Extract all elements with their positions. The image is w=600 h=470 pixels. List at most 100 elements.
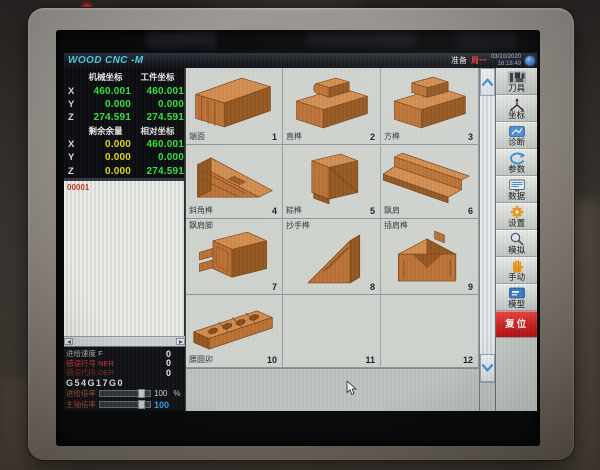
program-grid-area: 端面 1 [185,68,479,411]
wood-block-illustration [383,228,475,290]
cell-number: 2 [370,132,375,142]
monitor-bezel: WOOD CNC -M 准备 周一 03/10/2020 16:18:49 [28,8,574,460]
tool-photo-icon [507,71,527,84]
hand-icon [507,259,527,273]
cell-label: 端面 [189,131,205,142]
program-cell-9-inserted-shoulder-tenon[interactable]: 插肩榫 9 [381,219,479,295]
diagnosis-screen-icon [507,125,527,138]
program-cell-11-empty[interactable]: 11 [283,295,381,368]
error-line-value: 0 [166,358,171,368]
mouse-cursor [346,381,357,396]
error-code-label: 错误代码 OER [66,367,114,378]
spindle-override-value: 100 [154,400,169,410]
wood-block-illustration [383,148,475,210]
main-area: 机械坐标 工件坐标 X 460.001 460.001 Y 0.000 0.00… [64,68,537,411]
status-panel: 进给速度 F 0 错误行号 NER 0 错误代码 OER 0 [64,347,185,411]
grid-footer-strip [186,368,479,411]
program-cell-5-zong-tenon[interactable]: 粽榫 5 [283,145,381,219]
sidebar-item-reset[interactable]: 复位 [496,311,537,338]
program-cell-8-crossed-hands-tenon[interactable]: 抄手榫 8 [283,219,381,295]
cell-number: 12 [463,355,473,365]
axis-label: Y [67,152,80,163]
right-arrow-icon [179,340,183,344]
work-x-value: 460.001 [131,86,184,97]
scrollbar-track[interactable] [480,96,495,354]
wood-block-illustration [285,228,377,290]
sidebar-item-manual[interactable]: 手动 [496,257,537,284]
feed-override-slider[interactable] [99,390,151,397]
scroll-right-button[interactable] [176,338,185,345]
slider-thumb[interactable] [138,400,145,409]
cell-label: 飘肩 [384,205,400,216]
horizontal-scrollbar[interactable] [64,336,185,347]
program-cell-10-waist-oval-mortise[interactable]: 腰圆卯 10 [186,295,283,368]
sidebar-item-diagnosis[interactable]: 诊断 [496,122,537,149]
program-cell-6-floating-shoulder[interactable]: 飘肩 6 [381,145,479,219]
program-cell-3-square-tenon[interactable]: 方榫 3 [381,68,479,145]
glass-reflection [456,32,516,50]
wood-block-illustration [285,148,377,210]
program-cell-7-floating-shoulder-leg[interactable]: 飘肩脚 7 [186,219,283,295]
program-cell-2-straight-tenon[interactable]: 直榫 2 [283,68,381,145]
slider-thumb[interactable] [138,389,145,398]
program-cell-4-miter-tenon[interactable]: 斜角榫 4 [186,145,283,219]
sidebar-item-coordinates[interactable]: 坐标 [496,95,537,122]
sidebar-item-data[interactable]: 数据 [496,176,537,203]
relative-y-value: 0.000 [131,152,184,163]
cell-number: 5 [370,206,375,216]
program-cell-12-empty[interactable]: 12 [381,295,479,368]
titlebar-status-area: 准备 周一 03/10/2020 16:18:49 [451,54,537,67]
cnc-application-window: WOOD CNC -M 准备 周一 03/10/2020 16:18:49 [64,53,537,411]
machine-x-value: 460.001 [80,86,131,97]
wood-block-illustration [188,148,280,210]
relative-x-value: 460.001 [131,139,184,150]
model-icon [507,286,527,300]
scroll-left-button[interactable] [64,338,73,345]
axis-label: X [67,86,80,97]
scroll-up-button[interactable] [480,68,495,96]
program-editor[interactable]: 00001 [64,178,185,336]
scroll-down-button[interactable] [480,354,495,382]
cell-number: 6 [468,206,473,216]
screen-glass: WOOD CNC -M 准备 周一 03/10/2020 16:18:49 [56,30,540,446]
cell-label: 粽榫 [286,205,302,216]
feed-override-unit: % [173,389,180,398]
time-text: 16:18:49 [498,61,521,67]
vertical-scrollbar[interactable] [479,68,495,411]
machine-room-background: WOOD CNC -M 准备 周一 03/10/2020 16:18:49 [0,0,600,470]
cell-number: 3 [468,132,473,142]
reset-button-label: 复位 [505,320,528,330]
sidebar-item-settings[interactable]: 设置 [496,203,537,230]
wood-block-illustration [188,298,280,360]
relative-coords-header: 相对坐标 [131,125,184,137]
cell-label: 抄手榫 [286,220,310,231]
cell-number: 11 [365,355,375,365]
parameter-refresh-icon [507,152,527,165]
program-cell-1-end-face[interactable]: 端面 1 [186,68,283,145]
feed-rate-value: 0 [166,349,171,359]
sidebar-menu: 刀具 坐标 [495,68,537,411]
wood-block-illustration [188,71,280,135]
sidebar-empty-space [496,338,537,411]
sidebar-item-tool[interactable]: 刀具 [496,68,537,95]
spindle-override-row: 主轴倍率 100 [66,399,183,411]
sidebar-item-parameters[interactable]: 参数 [496,149,537,176]
ready-status: 准备 [451,55,467,66]
cell-number: 4 [272,206,277,216]
cell-label: 腰圆卯 [189,354,213,365]
gcode-modal-line: G54G17G0 [66,378,183,388]
machine-coords-header: 机械坐标 [80,71,131,83]
titlebar: WOOD CNC -M 准备 周一 03/10/2020 16:18:49 [64,53,537,68]
remaining-x-value: 0.000 [80,139,131,150]
sidebar-item-label: 坐标 [508,111,525,120]
sidebar-item-label: 参数 [508,165,525,174]
wood-block-illustration [383,71,475,135]
spindle-override-slider[interactable] [99,401,151,408]
sidebar-item-model[interactable]: 模型 [496,284,537,311]
sidebar-item-simulation[interactable]: 模拟 [496,230,537,257]
left-arrow-icon [67,340,71,344]
axis-icon [507,98,527,111]
app-title: WOOD CNC -M [64,55,144,66]
axis-label: Y [67,99,80,110]
cell-label: 斜角榫 [189,205,213,216]
